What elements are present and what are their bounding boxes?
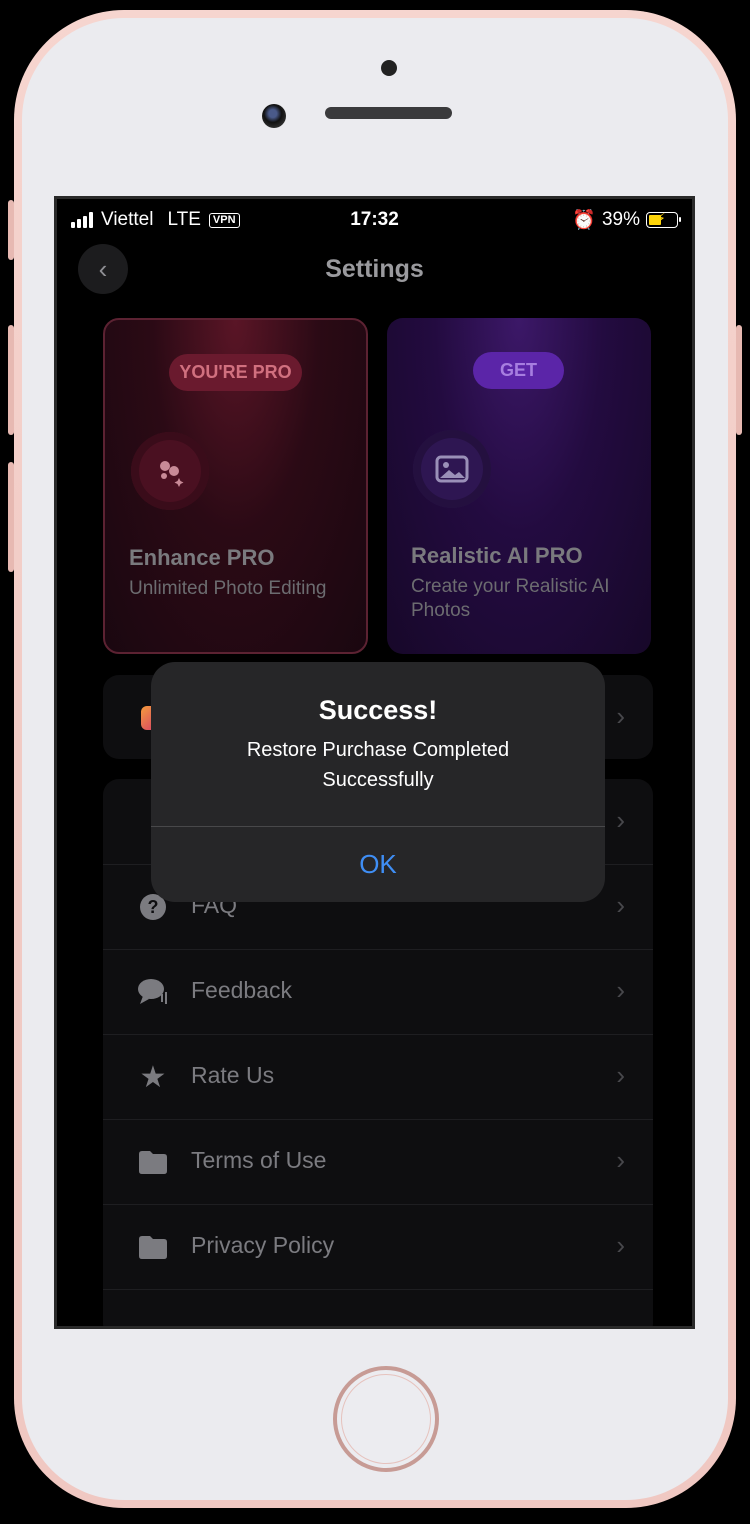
alert-message: Restore Purchase Completed Successfully [246, 739, 510, 791]
home-button[interactable] [333, 1366, 439, 1472]
volume-down-button [8, 462, 14, 572]
screen: Viettel LTE VPN 17:32 ⏰ 39% ⚡ ‹ Settings… [54, 196, 695, 1329]
proximity-sensor [381, 60, 397, 76]
power-button [736, 325, 742, 435]
earpiece-speaker [325, 107, 452, 119]
success-alert: Success! Restore Purchase Completed Succ… [151, 662, 605, 902]
mute-switch [8, 200, 14, 260]
volume-up-button [8, 325, 14, 435]
front-camera [262, 104, 286, 128]
alert-title: Success! [318, 695, 438, 725]
ok-button[interactable]: OK [151, 827, 605, 902]
